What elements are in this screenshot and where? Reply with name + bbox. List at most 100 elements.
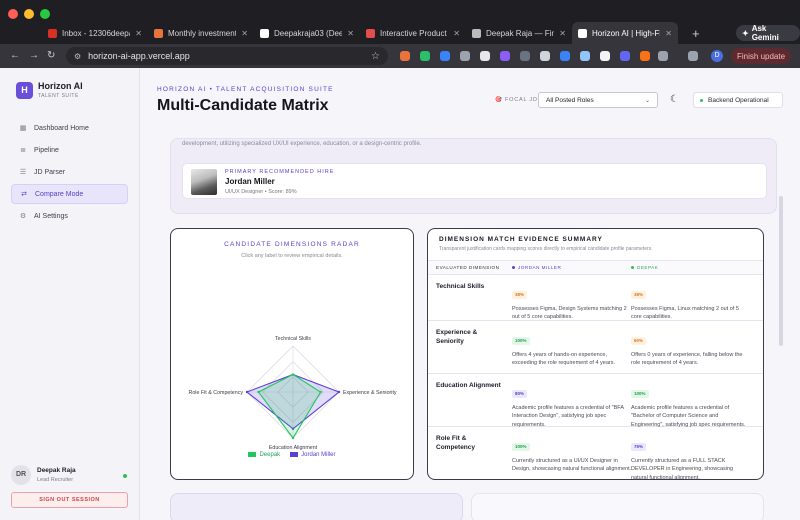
evidence-text: Currently structured as a FULL STACK DEV… xyxy=(631,458,734,480)
pipeline-icon: ≣ xyxy=(20,147,26,154)
extension-icon[interactable] xyxy=(540,51,550,61)
sidebar-item-ai-settings[interactable]: ⚙ AI Settings xyxy=(11,206,128,226)
logo: H xyxy=(16,82,33,99)
tab-title: Monthly investment r xyxy=(168,28,237,38)
radar-axis-label[interactable]: Education Alignment xyxy=(269,445,318,451)
extension-icon[interactable] xyxy=(500,51,510,61)
scrollbar[interactable] xyxy=(779,196,783,346)
sidebar-item-label: Pipeline xyxy=(34,146,59,154)
focal-jd-select[interactable]: All Posted Roles ⌄ xyxy=(538,92,658,108)
address-bar[interactable]: ⚙ horizon-ai-app.vercel.app ☆ xyxy=(66,47,388,65)
radar-axis-label[interactable]: Experience & Seniority xyxy=(343,390,397,396)
dark-mode-toggle-icon[interactable]: ☾ xyxy=(670,94,679,105)
sidebar-item-dashboard-home[interactable]: ▦ Dashboard Home xyxy=(11,118,128,138)
jordan-evidence-cell: 38% Possesses Figma, Design Systems match… xyxy=(512,283,632,322)
browser-tab-strip: Inbox - 12306deepak ✕ Monthly investment r… xyxy=(0,0,800,44)
primary-hire-meta: UI/UX Designer • Score: 89% xyxy=(225,189,297,195)
bookmark-star-icon[interactable]: ☆ xyxy=(371,51,380,62)
browser-tab[interactable]: Horizon AI | High-Fide ✕ xyxy=(572,22,678,44)
candidate-photo xyxy=(191,169,217,195)
extension-icon[interactable] xyxy=(480,51,490,61)
favicon-icon xyxy=(154,28,163,38)
primary-hire-card[interactable]: PRIMARY RECOMMENDED HIRE Jordan Miller U… xyxy=(182,163,767,199)
evidence-title: DIMENSION MATCH EVIDENCE SUMMARY xyxy=(439,236,603,243)
ask-gemini-button[interactable]: ✦ Ask Gemini xyxy=(736,24,800,42)
close-tab-icon[interactable]: ✕ xyxy=(135,29,142,38)
forward-icon[interactable]: → xyxy=(29,50,39,61)
browser-toolbar: ← → ↻ ⚙ horizon-ai-app.vercel.app ☆ D Fi… xyxy=(0,44,800,68)
new-tab-button[interactable]: + xyxy=(692,26,700,41)
extension-icon[interactable] xyxy=(400,51,410,61)
sidebar-item-jd-parser[interactable]: ☰ JD Parser xyxy=(11,162,128,182)
browser-tab[interactable]: Inbox - 12306deepak ✕ xyxy=(42,22,148,44)
extension-icon[interactable] xyxy=(520,51,530,61)
sliders-icon: ⚙ xyxy=(19,213,27,220)
score-badge: 100% xyxy=(512,442,530,451)
deepak-evidence-cell: 60% Offers 0 years of experience, falling… xyxy=(631,329,751,368)
jordan-evidence-cell: 100% Offers 4 years of hands-on experienc… xyxy=(512,329,632,368)
list-icon: ☰ xyxy=(19,169,27,176)
legend-jordan-miller[interactable]: Jordan Miller xyxy=(290,452,336,458)
close-tab-icon[interactable]: ✕ xyxy=(453,29,460,38)
extension-icon[interactable] xyxy=(460,51,470,61)
back-icon[interactable]: ← xyxy=(10,50,20,61)
extension-icon[interactable] xyxy=(600,51,610,61)
chevron-down-icon: ⌄ xyxy=(644,97,650,104)
extensions-puzzle-icon[interactable] xyxy=(658,51,668,61)
extension-icon[interactable] xyxy=(580,51,590,61)
site-info-icon[interactable]: ⚙ xyxy=(74,52,81,61)
series-dot xyxy=(512,266,515,270)
evidence-table-header: EVALUATED DIMENSION JORDAN MILLER DEEPAK xyxy=(428,260,763,275)
favicon-icon xyxy=(366,28,375,38)
score-badge: 38% xyxy=(512,290,528,299)
legend-deepak[interactable]: Deepak xyxy=(248,452,280,458)
evidence-text: Possesses Figma, Linux matching 2 out of… xyxy=(631,306,739,321)
sign-out-button[interactable]: SIGN OUT SESSION xyxy=(11,492,128,508)
tab-title: Interactive Product Ev xyxy=(380,28,448,38)
status-dot xyxy=(700,98,703,102)
finish-update-button[interactable]: Finish update xyxy=(731,48,792,64)
radar-axis-label[interactable]: Role Fit & Competency xyxy=(189,390,244,396)
close-tab-icon[interactable]: ✕ xyxy=(559,29,566,38)
close-tab-icon[interactable]: ✕ xyxy=(241,29,248,38)
close-tab-icon[interactable]: ✕ xyxy=(665,29,672,38)
sidebar-toggle-icon[interactable] xyxy=(688,51,698,61)
radar-axis-label[interactable]: Technical Skills xyxy=(275,336,311,342)
radar-card: CANDIDATE DIMENSIONS RADAR Click any lab… xyxy=(170,228,414,480)
extension-icon[interactable] xyxy=(440,51,450,61)
extension-icon[interactable] xyxy=(620,51,630,61)
extension-icon[interactable] xyxy=(560,51,570,61)
evidence-text: Offers 4 years of hands-on experience, e… xyxy=(512,352,616,367)
sidebar-item-pipeline[interactable]: ≣ Pipeline xyxy=(11,140,128,160)
close-window-button[interactable] xyxy=(8,9,18,19)
sidebar-item-compare-mode[interactable]: ⇄ Compare Mode xyxy=(11,184,128,204)
browser-tab[interactable]: Monthly investment r ✕ xyxy=(148,22,254,44)
radar-legend: Deepak Jordan Miller xyxy=(171,452,413,458)
score-badge: 75% xyxy=(631,442,647,451)
profile-avatar[interactable]: D xyxy=(711,50,723,62)
recommendation-card: development, utilizing specialized UX/UI… xyxy=(170,138,777,214)
legend-swatch xyxy=(290,452,299,457)
evidence-text: Academic profile features a credential o… xyxy=(512,405,624,428)
minimize-window-button[interactable] xyxy=(24,9,34,19)
status-badge: Backend Operational xyxy=(693,92,783,108)
maximize-window-button[interactable] xyxy=(40,9,50,19)
score-badge: 100% xyxy=(631,389,649,398)
window-controls xyxy=(8,9,50,19)
reload-icon[interactable]: ↻ xyxy=(47,50,55,61)
browser-tab[interactable]: Deepak Raja — Finan ✕ xyxy=(466,22,572,44)
browser-tab[interactable]: Deepakraja03 (Deepa ✕ xyxy=(254,22,360,44)
extension-icon[interactable] xyxy=(640,51,650,61)
close-tab-icon[interactable]: ✕ xyxy=(347,29,354,38)
extension-icon[interactable] xyxy=(420,51,430,61)
page-eyebrow: HORIZON AI • TALENT ACQUISITION SUITE xyxy=(157,86,334,93)
jordan-evidence-cell: 80% Academic profile features a credentia… xyxy=(512,382,632,429)
evidence-row: Experience & Seniority 100% Offers 4 years… xyxy=(428,321,763,374)
evidence-row: Role Fit & Competency 100% Currently struc… xyxy=(428,427,763,480)
score-badge: 100% xyxy=(512,336,530,345)
dimension-label: Technical Skills xyxy=(436,283,485,290)
deepak-evidence-cell: 100% Academic profile features a credenti… xyxy=(631,382,751,429)
favicon-icon xyxy=(48,28,57,38)
evidence-text: Offers 0 years of experience, falling be… xyxy=(631,352,743,367)
browser-tab[interactable]: Interactive Product Ev ✕ xyxy=(360,22,466,44)
